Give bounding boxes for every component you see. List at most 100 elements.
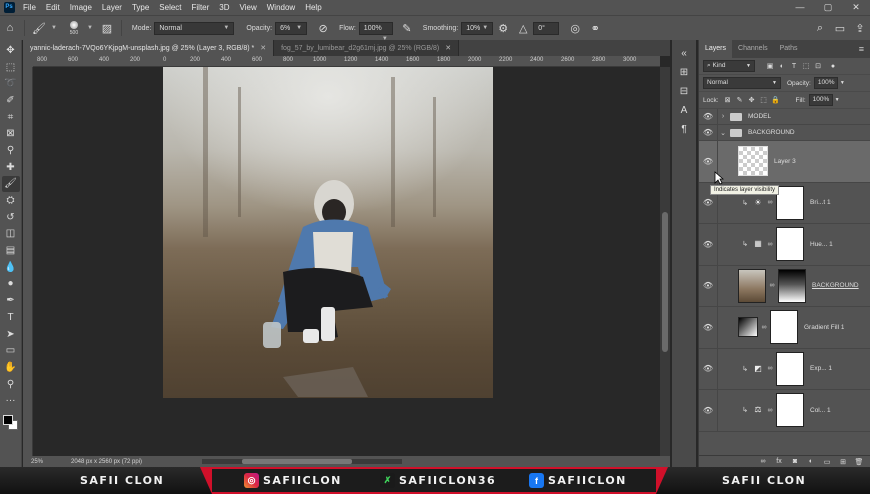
- layer-opacity-input[interactable]: 100%: [813, 77, 838, 89]
- lock-artboard-icon[interactable]: ⬚: [759, 96, 769, 104]
- link-icon[interactable]: ∞: [766, 282, 778, 289]
- history-brush-tool-icon[interactable]: ↺: [2, 209, 20, 226]
- menu-type[interactable]: Type: [127, 0, 154, 15]
- horizontal-scrollbar[interactable]: [202, 459, 403, 464]
- dodge-tool-icon[interactable]: ●: [2, 276, 20, 293]
- tab-channels[interactable]: Channels: [732, 40, 774, 58]
- rectangle-tool-icon[interactable]: ▭: [2, 342, 20, 359]
- new-adjustment-icon[interactable]: ◐: [803, 458, 819, 465]
- home-icon[interactable]: ⌂: [0, 18, 20, 38]
- vertical-ruler[interactable]: [23, 67, 33, 456]
- eye-icon[interactable]: 👁: [699, 240, 717, 249]
- add-mask-icon[interactable]: ◙: [787, 458, 803, 465]
- link-icon[interactable]: ∞: [764, 407, 776, 414]
- photoshop-logo-icon[interactable]: Ps: [0, 0, 18, 15]
- symmetry-butterfly-icon[interactable]: ⚭: [585, 18, 605, 38]
- search-icon[interactable]: ⌕: [810, 19, 830, 39]
- tab-paths[interactable]: Paths: [774, 40, 804, 58]
- canvas-area[interactable]: [33, 67, 660, 456]
- tab-layers[interactable]: Layers: [699, 40, 733, 58]
- menu-image[interactable]: Image: [65, 0, 97, 15]
- new-group-icon[interactable]: ▭: [819, 458, 835, 466]
- minimize-icon[interactable]: —: [786, 0, 814, 15]
- brush-tool-icon[interactable]: 🖌: [1, 175, 20, 193]
- document-canvas-photo[interactable]: [163, 67, 493, 398]
- instagram-icon[interactable]: ◎: [244, 473, 259, 488]
- link-icon[interactable]: ∞: [764, 241, 776, 248]
- facebook-icon[interactable]: f: [529, 473, 544, 488]
- layer-item-gradient-fill[interactable]: 👁 ∞ Gradient Fill 1: [699, 307, 870, 349]
- link-layers-icon[interactable]: ∞: [755, 458, 771, 465]
- more-tools-icon[interactable]: ···: [2, 392, 20, 409]
- scrollbar-thumb[interactable]: [662, 212, 668, 352]
- smoothing-settings-gear-icon[interactable]: ⚙: [493, 18, 513, 38]
- layer-item-background-image[interactable]: 👁 ∞ BACKGROUND: [699, 265, 870, 307]
- brush-tool-icon[interactable]: 🖌: [29, 18, 49, 38]
- banner-instagram-handle[interactable]: SAFIICLON: [263, 474, 342, 487]
- panel-menu-icon[interactable]: ≡: [859, 44, 870, 54]
- workspace-icon[interactable]: ▭: [830, 19, 850, 39]
- flow-input[interactable]: 100% ▼: [358, 21, 393, 42]
- lock-position-icon[interactable]: ✥: [747, 96, 757, 104]
- zoom-tool-icon[interactable]: ⚲: [2, 376, 20, 393]
- chevron-down-icon[interactable]: ⌄: [718, 129, 728, 137]
- maximize-icon[interactable]: ▢: [814, 0, 842, 15]
- link-icon[interactable]: ∞: [764, 199, 776, 206]
- eye-icon[interactable]: 👁: [699, 128, 717, 137]
- filter-smart-object-icon[interactable]: ⊡: [813, 62, 823, 70]
- angle-input[interactable]: 0°: [533, 21, 560, 35]
- eye-icon[interactable]: 👁: [699, 323, 717, 332]
- airbrush-icon[interactable]: ✎: [397, 18, 417, 38]
- move-tool-icon[interactable]: ✥: [2, 42, 20, 59]
- layer-item-layer-3[interactable]: 👁 Layer 3: [699, 141, 870, 183]
- horizontal-ruler[interactable]: 800 600 400 200 0 200 400 600 800 1000 1…: [33, 56, 660, 67]
- blur-tool-icon[interactable]: 💧: [2, 259, 20, 276]
- link-icon[interactable]: ∞: [764, 365, 776, 372]
- filter-type-icon[interactable]: T: [789, 63, 799, 70]
- chevron-down-icon[interactable]: ▼: [51, 25, 57, 31]
- color-swatches[interactable]: [2, 413, 20, 435]
- brush-preset-picker[interactable]: 500: [63, 17, 85, 39]
- menu-view[interactable]: View: [235, 0, 262, 15]
- opacity-input[interactable]: 6% ▼: [275, 21, 308, 35]
- filter-toggle-icon[interactable]: ●: [828, 63, 838, 70]
- history-panel-icon[interactable]: ⊞: [675, 63, 693, 82]
- chevron-right-icon[interactable]: ›: [718, 113, 728, 120]
- layer-item-exposure[interactable]: 👁 ↳ ◩ ∞ Exp... 1: [699, 348, 870, 390]
- filter-adjustment-icon[interactable]: ◐: [777, 63, 787, 70]
- layer-item-hue[interactable]: 👁 ↳ ▦ ∞ Hue... 1: [699, 224, 870, 266]
- layer-group-model[interactable]: 👁 › MODEL: [699, 109, 870, 125]
- menu-help[interactable]: Help: [300, 0, 326, 15]
- libraries-panel-icon[interactable]: ⊟: [675, 82, 693, 101]
- lasso-tool-icon[interactable]: ➰: [2, 75, 20, 92]
- foreground-color-swatch[interactable]: [2, 415, 13, 426]
- eye-icon[interactable]: 👁: [699, 281, 717, 290]
- frame-tool-icon[interactable]: ⊠: [2, 125, 20, 142]
- vertical-scrollbar[interactable]: [660, 67, 670, 456]
- eraser-tool-icon[interactable]: ◫: [2, 226, 20, 243]
- close-icon[interactable]: ✕: [842, 0, 870, 15]
- document-info[interactable]: 2048 px x 2560 px (72 ppi): [57, 459, 142, 465]
- eyedropper-tool-icon[interactable]: ⚲: [2, 142, 20, 159]
- layer-group-background[interactable]: 👁 ⌄ BACKGROUND: [699, 125, 870, 141]
- brush-settings-icon[interactable]: ▨: [97, 18, 117, 38]
- mode-select[interactable]: Normal ▼: [154, 21, 235, 35]
- blend-mode-select[interactable]: Normal ▼: [703, 77, 781, 89]
- tab-document-1[interactable]: yannic-laderach-7VQo6YKjpgM-unsplash.jpg…: [23, 40, 275, 56]
- quick-select-tool-icon[interactable]: ✐: [2, 92, 20, 109]
- eye-icon[interactable]: 👁: [699, 406, 717, 415]
- lock-all-icon[interactable]: 🔒: [771, 96, 781, 104]
- link-icon[interactable]: ∞: [758, 324, 770, 331]
- smoothing-input[interactable]: 10% ▼: [461, 21, 494, 35]
- fx-icon[interactable]: fx: [771, 458, 787, 465]
- pen-tool-icon[interactable]: ✒: [2, 292, 20, 309]
- zoom-level[interactable]: 25%: [23, 459, 57, 465]
- type-tool-icon[interactable]: T: [2, 309, 20, 326]
- filter-kind-select[interactable]: ⌕ Kind ▼: [703, 60, 755, 72]
- filter-shape-icon[interactable]: ⬚: [801, 62, 811, 70]
- app-icon[interactable]: ✗: [380, 473, 395, 488]
- eye-icon[interactable]: 👁: [699, 157, 717, 166]
- trash-icon[interactable]: 🗑: [851, 458, 867, 466]
- banner-facebook-handle[interactable]: SAFIICLON: [548, 474, 627, 487]
- lock-transparent-icon[interactable]: ⊠: [723, 96, 733, 104]
